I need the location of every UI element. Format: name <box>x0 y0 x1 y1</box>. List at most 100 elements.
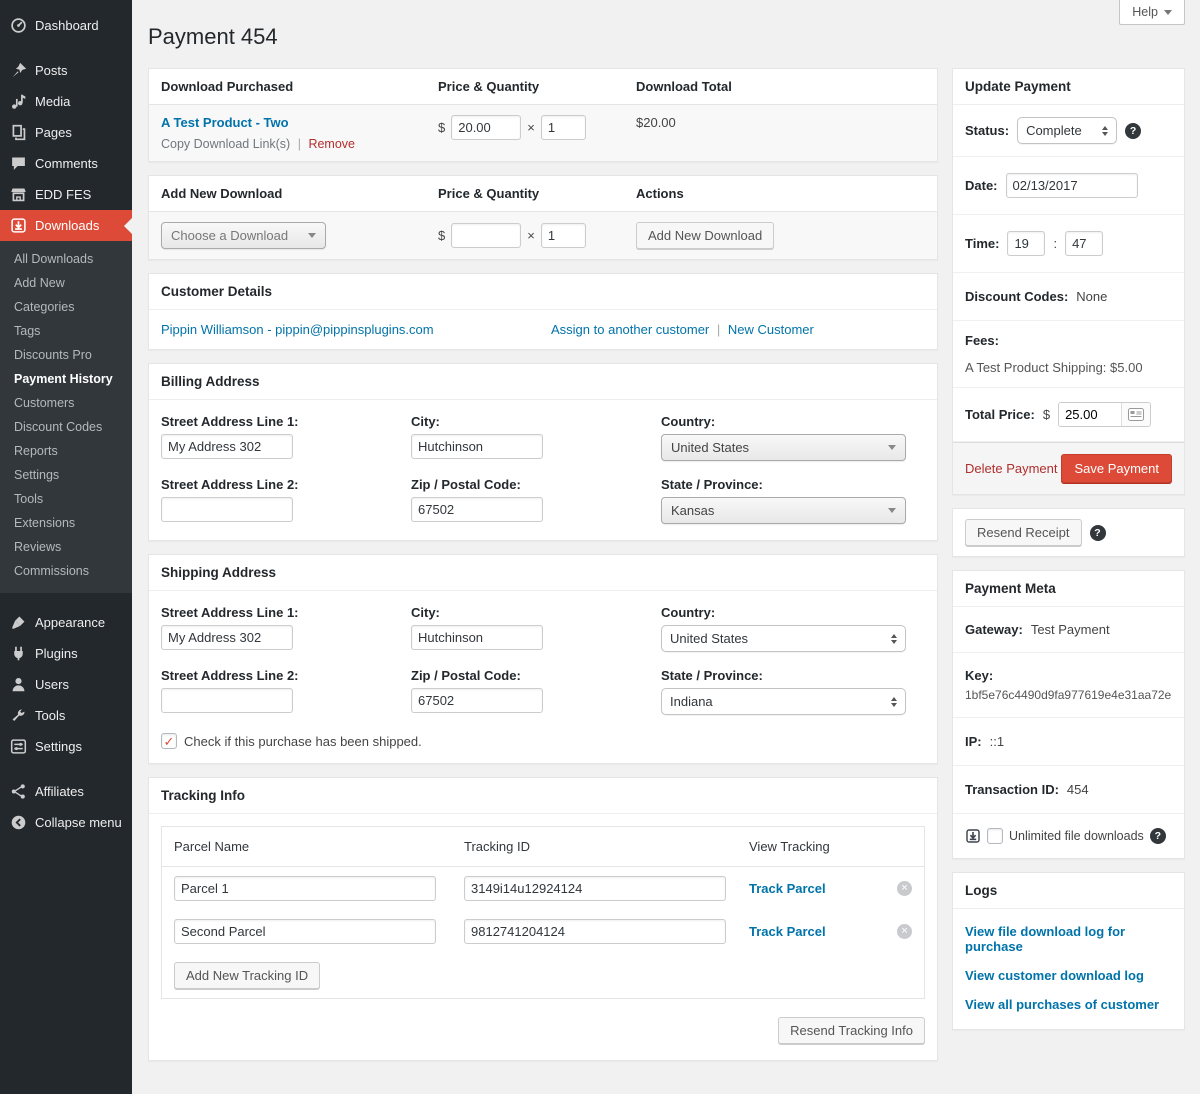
column-header: Tracking ID <box>464 839 749 854</box>
media-icon <box>10 93 27 110</box>
help-icon[interactable] <box>1090 525 1106 541</box>
remove-download-link[interactable]: Remove <box>308 137 355 151</box>
currency-symbol: $ <box>438 228 445 243</box>
recalculate-totals-icon[interactable] <box>1121 403 1150 426</box>
sidebar-item-collapse-menu[interactable]: Collapse menu <box>0 807 132 838</box>
tracking-id-input[interactable] <box>464 919 726 944</box>
date-input[interactable] <box>1006 173 1138 198</box>
track-parcel-link[interactable]: Track Parcel <box>749 924 826 939</box>
copy-download-links-link[interactable]: Copy Download Link(s) <box>161 137 290 151</box>
sidebar-item-pages[interactable]: Pages <box>0 117 132 148</box>
quantity-input[interactable] <box>541 115 586 140</box>
sidebar-item-downloads[interactable]: Downloads <box>0 210 132 241</box>
column-header: Download Total <box>636 79 925 94</box>
sidebar-item-comments[interactable]: Comments <box>0 148 132 179</box>
help-dropdown[interactable]: Help <box>1119 0 1185 25</box>
sidebar-item-appearance[interactable]: Appearance <box>0 607 132 638</box>
view-customer-download-log-link[interactable]: View customer download log <box>953 961 1184 990</box>
shipping-line1-input[interactable] <box>161 625 293 650</box>
save-payment-button[interactable]: Save Payment <box>1061 454 1172 483</box>
shipping-zip-input[interactable] <box>411 688 543 713</box>
collapse-icon <box>10 814 27 831</box>
billing-line2-input[interactable] <box>161 497 293 522</box>
billing-city-input[interactable] <box>411 434 543 459</box>
add-new-tracking-id-button[interactable]: Add New Tracking ID <box>174 962 320 989</box>
time-minute-input[interactable] <box>1065 231 1103 256</box>
sidebar-subitem-reviews[interactable]: Reviews <box>0 535 132 559</box>
billing-country-select[interactable]: United States <box>661 434 906 461</box>
sidebar-item-users[interactable]: Users <box>0 669 132 700</box>
sidebar-item-edd-fes[interactable]: EDD FES <box>0 179 132 210</box>
sidebar-subitem-add-new[interactable]: Add New <box>0 271 132 295</box>
sidebar-item-tools[interactable]: Tools <box>0 700 132 731</box>
resend-receipt-button[interactable]: Resend Receipt <box>965 519 1082 546</box>
time-hour-input[interactable] <box>1007 231 1045 256</box>
sidebar-subitem-extensions[interactable]: Extensions <box>0 511 132 535</box>
unlimited-downloads-label: Unlimited file downloads <box>1009 829 1144 843</box>
sidebar-item-media[interactable]: Media <box>0 86 132 117</box>
download-total-value: $20.00 <box>636 115 925 130</box>
new-customer-link[interactable]: New Customer <box>728 322 814 337</box>
admin-layout: Dashboard Posts Media Pages Comments EDD… <box>0 0 1200 1094</box>
view-file-download-log-link[interactable]: View file download log for purchase <box>953 917 1184 961</box>
new-price-input[interactable] <box>451 223 521 248</box>
sidebar-subitem-tags[interactable]: Tags <box>0 319 132 343</box>
remove-tracking-icon[interactable] <box>897 924 912 939</box>
parcel-name-input[interactable] <box>174 919 436 944</box>
resend-tracking-info-button[interactable]: Resend Tracking Info <box>778 1017 925 1044</box>
assign-customer-link[interactable]: Assign to another customer <box>551 322 709 337</box>
logs-box: Logs View file download log for purchase… <box>952 872 1185 1030</box>
shipped-checkbox[interactable] <box>161 733 177 749</box>
shipping-city-input[interactable] <box>411 625 543 650</box>
sidebar-subitem-discount-codes[interactable]: Discount Codes <box>0 415 132 439</box>
shipping-state-select[interactable]: Indiana <box>661 688 906 715</box>
separator: | <box>298 137 301 151</box>
purchased-download-row: A Test Product - Two Copy Download Link(… <box>149 105 937 161</box>
new-quantity-input[interactable] <box>541 223 586 248</box>
help-icon[interactable] <box>1150 828 1166 844</box>
select-value: Indiana <box>670 694 713 709</box>
sidebar-subitem-discounts-pro[interactable]: Discounts Pro <box>0 343 132 367</box>
sidebar-item-settings[interactable]: Settings <box>0 731 132 762</box>
product-link[interactable]: A Test Product - Two <box>161 115 289 130</box>
unlimited-downloads-checkbox[interactable] <box>987 828 1003 844</box>
payment-meta-box: Payment Meta Gateway: Test Payment Key: … <box>952 570 1185 859</box>
status-select[interactable]: Complete <box>1017 117 1117 144</box>
sidebar-subitem-categories[interactable]: Categories <box>0 295 132 319</box>
help-icon[interactable] <box>1125 123 1141 139</box>
gateway-label: Gateway: <box>965 622 1023 637</box>
time-separator: : <box>1053 236 1057 251</box>
total-price-input[interactable] <box>1059 403 1121 426</box>
sidebar-subitem-commissions[interactable]: Commissions <box>0 559 132 583</box>
field-label: State / Province: <box>661 668 925 683</box>
comments-icon <box>10 155 27 172</box>
shipping-line2-input[interactable] <box>161 688 293 713</box>
sidebar-subitem-all-downloads[interactable]: All Downloads <box>0 247 132 271</box>
sidebar-subitem-tools[interactable]: Tools <box>0 487 132 511</box>
sidebar-subitem-customers[interactable]: Customers <box>0 391 132 415</box>
view-all-purchases-link[interactable]: View all purchases of customer <box>953 990 1184 1019</box>
download-purchased-box: Download Purchased Price & Quantity Down… <box>148 68 938 162</box>
add-new-download-button[interactable]: Add New Download <box>636 222 774 249</box>
tracking-id-input[interactable] <box>464 876 726 901</box>
sidebar-subitem-reports[interactable]: Reports <box>0 439 132 463</box>
billing-zip-input[interactable] <box>411 497 543 522</box>
sidebar-subitem-payment-history[interactable]: Payment History <box>0 367 132 391</box>
parcel-name-input[interactable] <box>174 876 436 901</box>
shipping-country-select[interactable]: United States <box>661 625 906 652</box>
sidebar-item-plugins[interactable]: Plugins <box>0 638 132 669</box>
delete-payment-link[interactable]: Delete Payment <box>965 461 1058 476</box>
customer-link[interactable]: Pippin Williamson - pippin@pippinsplugin… <box>161 322 434 337</box>
sidebar-item-dashboard[interactable]: Dashboard <box>0 10 132 41</box>
sidebar-subitem-settings[interactable]: Settings <box>0 463 132 487</box>
sidebar-item-label: EDD FES <box>35 187 91 202</box>
track-parcel-link[interactable]: Track Parcel <box>749 881 826 896</box>
remove-tracking-icon[interactable] <box>897 881 912 896</box>
billing-state-select[interactable]: Kansas <box>661 497 906 524</box>
price-input[interactable] <box>451 115 521 140</box>
choose-download-select[interactable]: Choose a Download <box>161 222 326 249</box>
sidebar-item-posts[interactable]: Posts <box>0 55 132 86</box>
billing-line1-input[interactable] <box>161 434 293 459</box>
sidebar-item-affiliates[interactable]: Affiliates <box>0 776 132 807</box>
tracking-table: Parcel Name Tracking ID View Tracking Tr… <box>161 826 925 999</box>
